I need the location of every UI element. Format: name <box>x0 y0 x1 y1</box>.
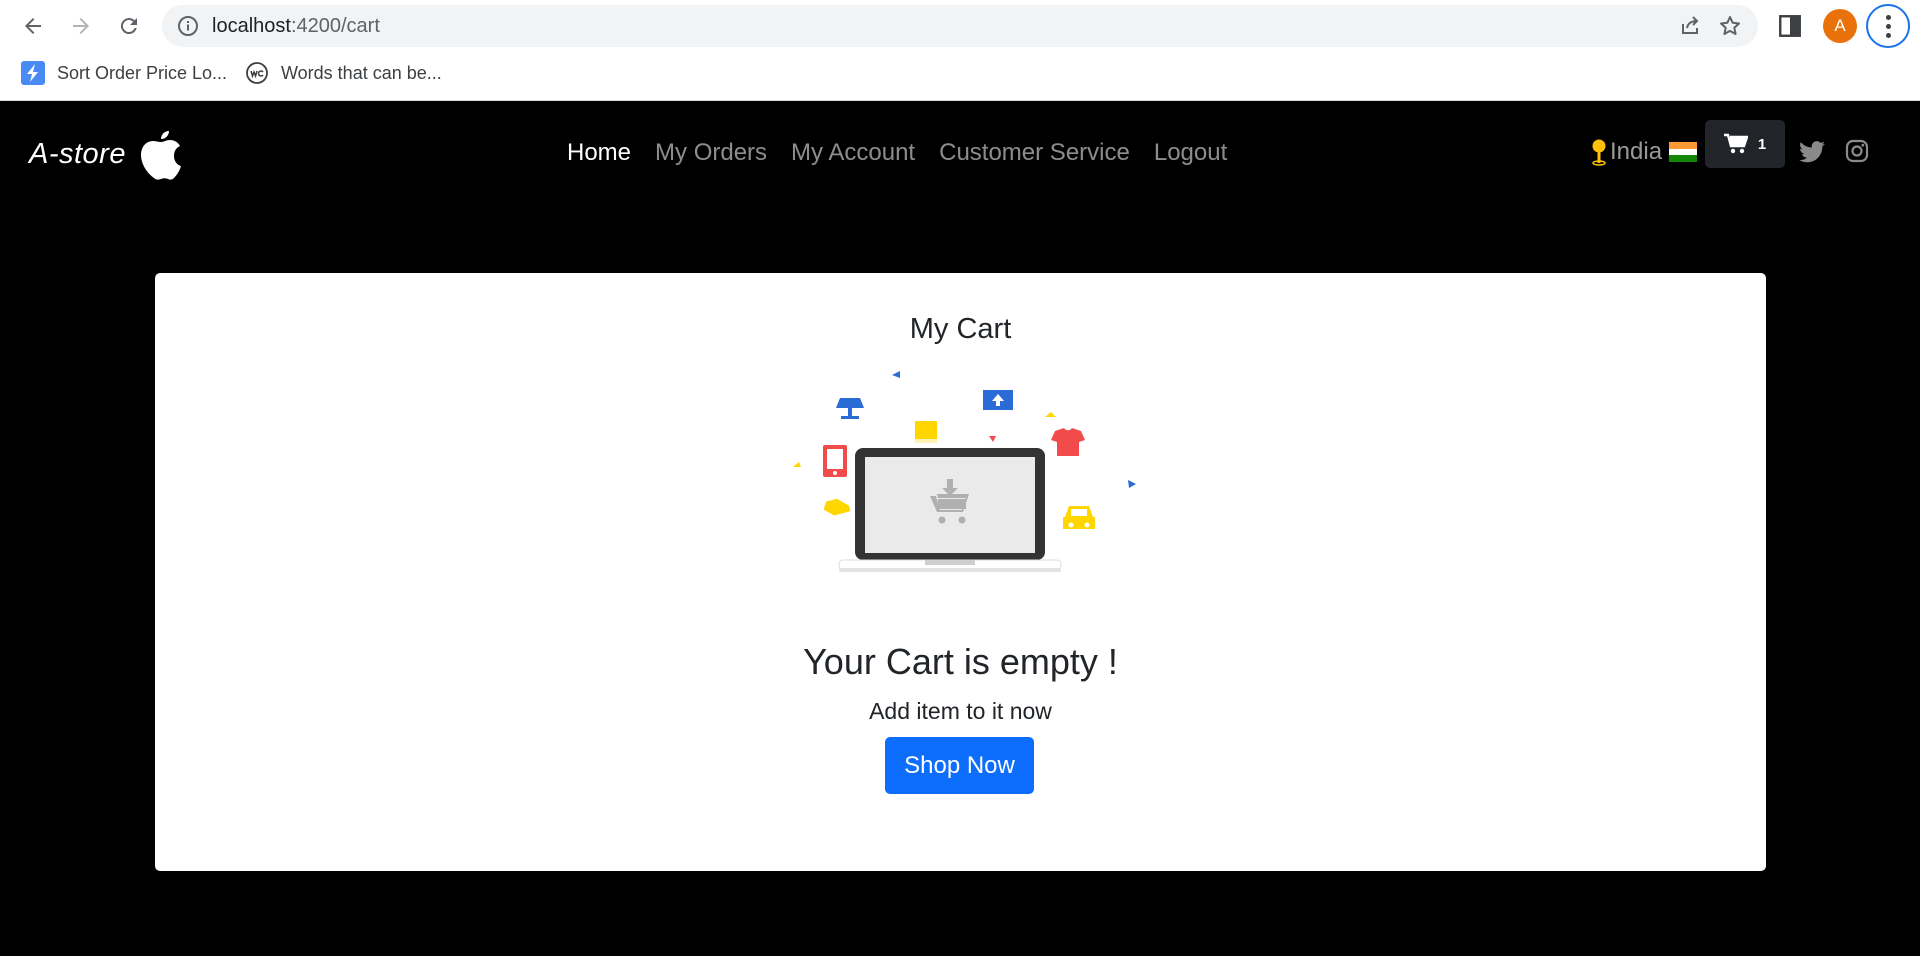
location-selector[interactable]: India <box>1590 138 1698 166</box>
site-info-icon[interactable] <box>176 14 200 38</box>
bookmark-label: Words that can be... <box>281 62 442 83</box>
share-icon[interactable] <box>1678 14 1702 38</box>
book-icon <box>915 421 937 443</box>
bookmark-label: Sort Order Price Lo... <box>57 62 228 83</box>
cart-title: My Cart <box>909 313 1012 345</box>
empty-cart-subtext: Add item to it now <box>869 698 1052 724</box>
cart-button[interactable]: 1 <box>1705 120 1785 168</box>
bookmark-item[interactable]: Sort Order Price Lo... <box>21 59 227 87</box>
browser-chrome: localhost:4200/cart A Sort Order Price L… <box>0 0 1920 101</box>
nav-home[interactable]: Home <box>567 139 631 167</box>
location-pin-icon <box>1592 139 1606 166</box>
brand[interactable]: A-store <box>29 127 184 181</box>
bookmark-item[interactable]: Words that can be... <box>245 59 442 87</box>
upload-box-icon <box>983 390 1013 410</box>
india-flag-icon <box>1669 142 1698 163</box>
instagram-icon[interactable] <box>1845 139 1869 163</box>
nav-customer-service[interactable]: Customer Service <box>939 139 1130 167</box>
reload-button[interactable] <box>112 9 146 43</box>
forward-arrow-icon <box>73 18 89 34</box>
lamp-icon <box>836 398 864 419</box>
bookmarks-bar: Sort Order Price Lo... Words that can be… <box>0 56 1920 90</box>
reload-icon <box>120 18 137 35</box>
car-icon <box>1063 506 1095 529</box>
more-vert-icon <box>1885 13 1891 40</box>
lightning-bolt-icon <box>21 61 45 85</box>
url-text[interactable]: localhost:4200/cart <box>212 15 380 38</box>
location-label: India <box>1610 138 1663 165</box>
twitter-icon[interactable] <box>1799 141 1825 163</box>
nav-my-orders[interactable]: My Orders <box>655 139 767 167</box>
url-path: :4200/cart <box>290 15 380 37</box>
brand-name: A-store <box>29 137 126 170</box>
wc-logo-icon <box>245 61 269 85</box>
bookmark-star-icon[interactable] <box>1718 14 1742 38</box>
shop-now-button[interactable]: Shop Now <box>885 737 1034 794</box>
nav-my-account[interactable]: My Account <box>791 139 915 167</box>
nav-logout[interactable]: Logout <box>1154 139 1227 167</box>
side-panel-icon[interactable] <box>1777 13 1803 39</box>
cart-icon <box>1723 133 1748 154</box>
url-host: localhost <box>212 15 291 37</box>
main-nav: Home My Orders My Account Customer Servi… <box>567 139 1227 167</box>
browser-menu-button[interactable] <box>1866 4 1910 48</box>
cart-card: My Cart Your Cart is empty ! Add item to… <box>155 273 1766 871</box>
profile-avatar[interactable]: A <box>1823 9 1857 43</box>
tag-icon <box>823 498 851 516</box>
apple-logo-icon <box>140 131 181 180</box>
tshirt-icon <box>1051 428 1085 456</box>
back-button[interactable] <box>16 9 50 43</box>
empty-cart-illustration <box>793 371 1136 572</box>
back-arrow-icon <box>25 18 41 34</box>
address-bar[interactable]: localhost:4200/cart <box>162 5 1758 47</box>
cart-count-badge: 1 <box>1757 135 1767 153</box>
forward-button[interactable] <box>64 9 98 43</box>
website: A-store Home My Orders My Account Custom… <box>0 101 1920 956</box>
empty-cart-heading: Your Cart is empty ! <box>803 641 1118 682</box>
tablet-icon <box>823 445 847 477</box>
